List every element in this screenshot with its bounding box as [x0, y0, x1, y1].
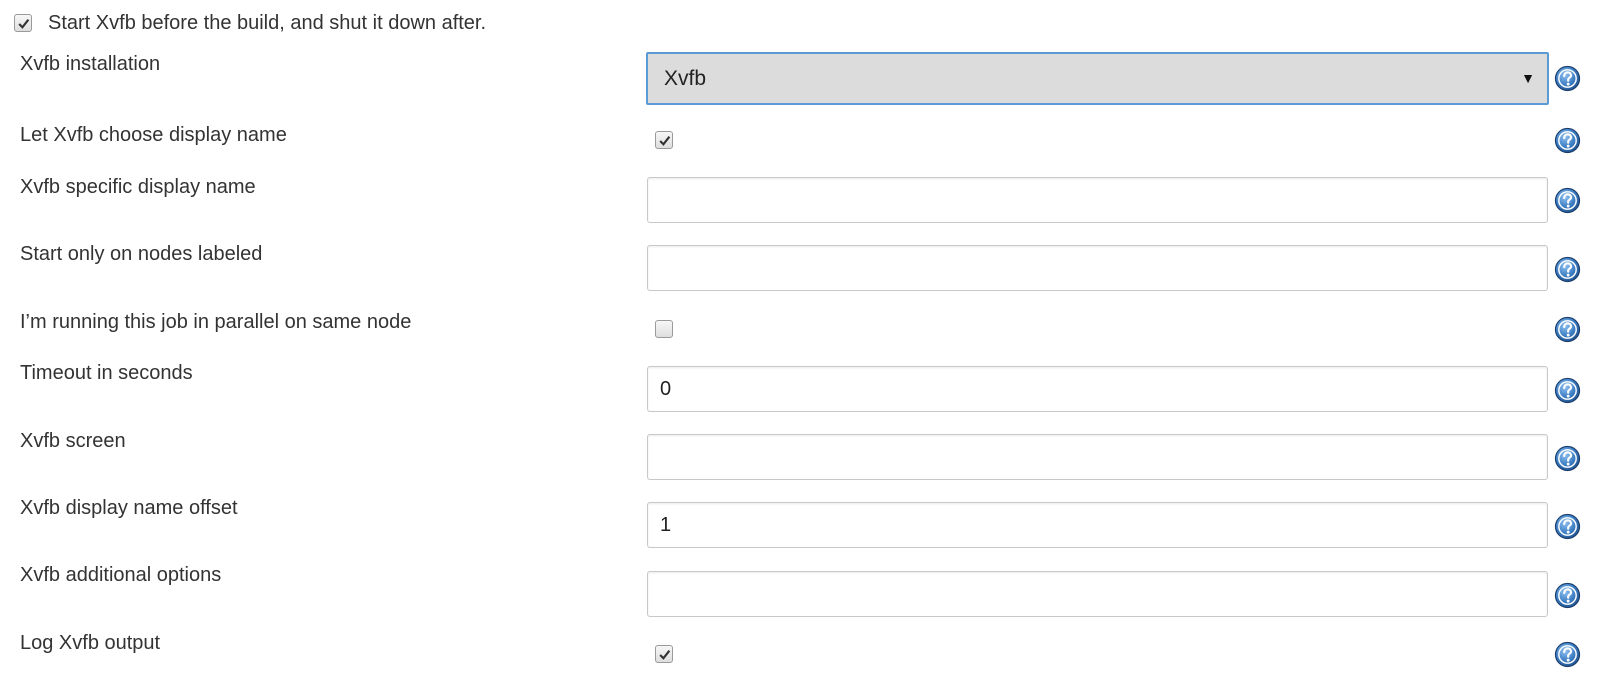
- chevron-down-icon: ▼: [1521, 70, 1535, 86]
- parallel-checkbox[interactable]: [655, 320, 673, 338]
- auto-display-name-checkbox[interactable]: [655, 131, 673, 149]
- display-offset-input[interactable]: [647, 502, 1548, 548]
- help-icon[interactable]: [1554, 127, 1581, 154]
- screen-label: Xvfb screen: [20, 430, 126, 452]
- help-icon[interactable]: [1554, 256, 1581, 283]
- enable-xvfb-row: Start Xvfb before the build, and shut it…: [14, 9, 486, 37]
- additional-options-input[interactable]: [647, 571, 1548, 617]
- help-icon[interactable]: [1554, 65, 1581, 92]
- enable-xvfb-checkbox[interactable]: [14, 14, 32, 32]
- timeout-input[interactable]: [647, 366, 1548, 412]
- log-output-label: Log Xvfb output: [20, 632, 161, 654]
- checkmark-icon: [17, 18, 29, 29]
- checkmark-icon: [658, 649, 670, 660]
- help-icon[interactable]: [1554, 377, 1581, 404]
- help-icon[interactable]: [1554, 187, 1581, 214]
- help-icon[interactable]: [1554, 641, 1581, 668]
- node-label-input[interactable]: [647, 245, 1548, 291]
- timeout-label: Timeout in seconds: [20, 362, 193, 384]
- screen-input[interactable]: [647, 434, 1548, 480]
- help-icon[interactable]: [1554, 513, 1581, 540]
- checkmark-icon: [658, 135, 670, 146]
- display-name-label: Xvfb specific display name: [20, 176, 256, 198]
- installation-selected-value: Xvfb: [664, 66, 707, 90]
- enable-xvfb-label: Start Xvfb before the build, and shut it…: [48, 11, 487, 34]
- help-icon[interactable]: [1554, 316, 1581, 343]
- installation-select[interactable]: Xvfb ▼: [646, 52, 1549, 105]
- display-name-input[interactable]: [647, 177, 1548, 223]
- help-icon[interactable]: [1554, 445, 1581, 472]
- additional-options-label: Xvfb additional options: [20, 564, 222, 586]
- node-label-label: Start only on nodes labeled: [20, 243, 263, 265]
- auto-display-name-label: Let Xvfb choose display name: [20, 124, 287, 146]
- display-offset-label: Xvfb display name offset: [20, 497, 238, 519]
- parallel-label: I’m running this job in parallel on same…: [20, 311, 412, 333]
- installation-label: Xvfb installation: [20, 53, 161, 75]
- help-icon[interactable]: [1554, 582, 1581, 609]
- log-output-checkbox[interactable]: [655, 645, 673, 663]
